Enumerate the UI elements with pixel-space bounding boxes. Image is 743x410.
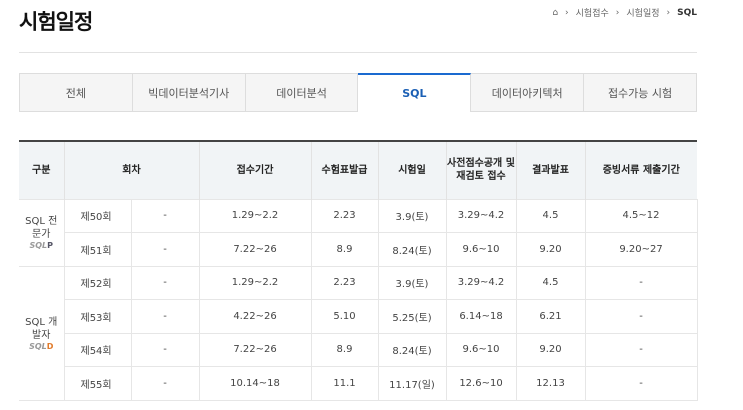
round-note-cell: - xyxy=(131,367,199,401)
table-row: 제54회-7.22~268.98.24(토)9.6~109.20- xyxy=(19,333,697,367)
documents-period-cell: - xyxy=(585,266,697,300)
round-note-cell: - xyxy=(131,300,199,334)
ticket-date-cell: 11.1 xyxy=(311,367,378,401)
documents-period-cell: - xyxy=(585,367,697,401)
application-period-cell: 1.29~2.2 xyxy=(199,266,311,300)
sql-logo-icon: SQLP xyxy=(19,241,64,250)
round-cell: 제51회 xyxy=(64,233,131,267)
header-prescore: 사전점수공개 및 재검토 접수 xyxy=(446,141,516,199)
header-documents: 증빙서류 제출기간 xyxy=(585,141,697,199)
ticket-date-cell: 2.23 xyxy=(311,266,378,300)
divider xyxy=(19,52,697,53)
header-round: 회차 xyxy=(64,141,199,199)
tab-bigdata[interactable]: 빅데이터분석기사 xyxy=(133,73,246,112)
header-category: 구분 xyxy=(19,141,64,199)
documents-period-cell: 9.20~27 xyxy=(585,233,697,267)
round-cell: 제50회 xyxy=(64,199,131,233)
header-result: 결과발표 xyxy=(516,141,585,199)
breadcrumb-item[interactable]: 시험일정 xyxy=(626,6,659,19)
breadcrumb: ⌂› 시험접수› 시험일정› SQL xyxy=(552,6,697,19)
header-application: 접수기간 xyxy=(199,141,311,199)
exam-tabs: 전체 빅데이터분석기사 데이터분석 SQL 데이터아키텍처 접수가능 시험 xyxy=(19,73,697,112)
ticket-date-cell: 8.9 xyxy=(311,233,378,267)
ticket-date-cell: 5.10 xyxy=(311,300,378,334)
tab-sql[interactable]: SQL xyxy=(358,73,471,112)
round-cell: 제53회 xyxy=(64,300,131,334)
round-cell: 제54회 xyxy=(64,333,131,367)
round-cell: 제52회 xyxy=(64,266,131,300)
prescore-period-cell: 6.14~18 xyxy=(446,300,516,334)
documents-period-cell: - xyxy=(585,333,697,367)
prescore-period-cell: 9.6~10 xyxy=(446,333,516,367)
application-period-cell: 10.14~18 xyxy=(199,367,311,401)
round-cell: 제55회 xyxy=(64,367,131,401)
exam-date-cell: 11.17(일) xyxy=(378,367,446,401)
result-date-cell: 4.5 xyxy=(516,266,585,300)
schedule-table: 구분 회차 접수기간 수험표발급 시험일 사전점수공개 및 재검토 접수 결과발… xyxy=(19,140,698,401)
prescore-period-cell: 3.29~4.2 xyxy=(446,266,516,300)
tab-all[interactable]: 전체 xyxy=(19,73,133,112)
result-date-cell: 4.5 xyxy=(516,199,585,233)
documents-period-cell: 4.5~12 xyxy=(585,199,697,233)
page-title: 시험일정 xyxy=(19,6,92,36)
exam-date-cell: 3.9(토) xyxy=(378,266,446,300)
home-icon[interactable]: ⌂ xyxy=(552,8,558,18)
round-note-cell: - xyxy=(131,266,199,300)
result-date-cell: 12.13 xyxy=(516,367,585,401)
header-ticket: 수험표발급 xyxy=(311,141,378,199)
exam-date-cell: 3.9(토) xyxy=(378,199,446,233)
round-note-cell: - xyxy=(131,233,199,267)
breadcrumb-current: SQL xyxy=(677,8,697,18)
exam-date-cell: 8.24(토) xyxy=(378,233,446,267)
ticket-date-cell: 2.23 xyxy=(311,199,378,233)
prescore-period-cell: 12.6~10 xyxy=(446,367,516,401)
application-period-cell: 7.22~26 xyxy=(199,233,311,267)
result-date-cell: 6.21 xyxy=(516,300,585,334)
tab-data-architecture[interactable]: 데이터아키텍처 xyxy=(471,73,584,112)
result-date-cell: 9.20 xyxy=(516,233,585,267)
category-name: SQL 전문가 xyxy=(24,215,58,241)
documents-period-cell: - xyxy=(585,300,697,334)
exam-date-cell: 5.25(토) xyxy=(378,300,446,334)
breadcrumb-item[interactable]: 시험접수 xyxy=(576,6,609,19)
application-period-cell: 7.22~26 xyxy=(199,333,311,367)
tab-available[interactable]: 접수가능 시험 xyxy=(584,73,697,112)
table-row: SQL 개발자SQLD제52회-1.29~2.22.233.9(토)3.29~4… xyxy=(19,266,697,300)
exam-date-cell: 8.24(토) xyxy=(378,333,446,367)
table-row: SQL 전문가SQLP제50회-1.29~2.22.233.9(토)3.29~4… xyxy=(19,199,697,233)
tab-data-analysis[interactable]: 데이터분석 xyxy=(246,73,359,112)
ticket-date-cell: 8.9 xyxy=(311,333,378,367)
table-row: 제55회-10.14~1811.111.17(일)12.6~1012.13- xyxy=(19,367,697,401)
prescore-period-cell: 9.6~10 xyxy=(446,233,516,267)
round-note-cell: - xyxy=(131,199,199,233)
category-name: SQL 개발자 xyxy=(24,316,58,342)
table-row: 제53회-4.22~265.105.25(토)6.14~186.21- xyxy=(19,300,697,334)
application-period-cell: 1.29~2.2 xyxy=(199,199,311,233)
category-cell: SQL 전문가SQLP xyxy=(19,199,64,266)
application-period-cell: 4.22~26 xyxy=(199,300,311,334)
sql-logo-icon: SQLD xyxy=(19,342,64,351)
prescore-period-cell: 3.29~4.2 xyxy=(446,199,516,233)
category-cell: SQL 개발자SQLD xyxy=(19,266,64,400)
header-exam-date: 시험일 xyxy=(378,141,446,199)
table-row: 제51회-7.22~268.98.24(토)9.6~109.209.20~27 xyxy=(19,233,697,267)
round-note-cell: - xyxy=(131,333,199,367)
result-date-cell: 9.20 xyxy=(516,333,585,367)
